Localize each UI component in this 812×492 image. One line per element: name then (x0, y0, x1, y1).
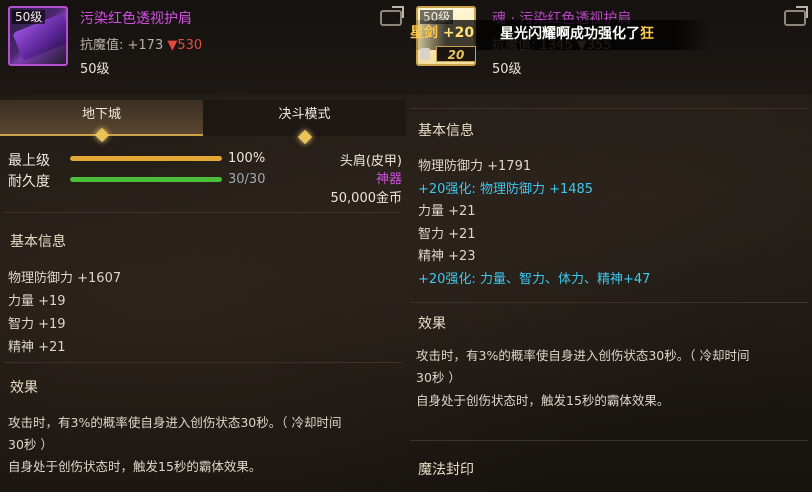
share-icon[interactable] (380, 10, 402, 26)
top-grade-value: 100% (228, 151, 266, 166)
effect-line: 30秒 ） (416, 370, 461, 385)
divider (4, 362, 402, 363)
item-level-badge: 50级 (12, 10, 46, 24)
divider (410, 302, 808, 303)
mode-tabs: 地下城 决斗模式 (0, 100, 406, 145)
tab-indicator-icon (94, 127, 109, 143)
enhance-level-badge: 20 (436, 46, 476, 62)
magic-seal-title: 魔法封印 (418, 462, 474, 478)
right-item-tooltip: 50级 魂 · 污染红色透视护肩 抗魔值: 1345 ▼355 50级 星剑 +… (406, 0, 812, 492)
item-name: 污染红色透视护肩 (80, 11, 192, 27)
effect-title: 效果 (418, 316, 446, 332)
basic-info-line: 智力 +19 (8, 317, 66, 332)
basic-info-line: 物理防御力 +1607 (8, 271, 122, 286)
share-icon[interactable] (784, 10, 806, 26)
lock-icon (420, 48, 430, 60)
basic-info-title: 基本信息 (418, 123, 474, 139)
basic-info-line: 精神 +23 (418, 249, 476, 264)
basic-info-title: 基本信息 (10, 234, 66, 250)
basic-info-line: 力量 +21 (418, 204, 476, 219)
durability-bar (70, 177, 222, 182)
left-item-tooltip: 50级 污染红色透视护肩 抗魔值: +173 ▼530 50级 地下城 决斗模式… (0, 0, 406, 492)
item-level: 50级 (492, 62, 522, 77)
divider (410, 440, 808, 441)
basic-info-line: 智力 +21 (418, 226, 476, 242)
tab-dungeon[interactable]: 地下城 (0, 100, 203, 143)
equip-slot: 头肩(皮甲) (339, 154, 402, 169)
effect-line: 自身处于创伤状态时，触发15秒的霸体效果。 (416, 393, 670, 408)
magic-resist-diff: ▼530 (167, 38, 203, 53)
tab-duel[interactable]: 决斗模式 (203, 100, 406, 145)
stat-label-top-grade: 最上级 (8, 153, 50, 169)
item-price: 50,000金币 (330, 191, 403, 206)
effect-line: 自身处于创伤状态时，触发15秒的霸体效果。 (8, 459, 262, 474)
basic-info-line: 物理防御力 +1791 (418, 159, 532, 174)
item-level: 50级 (80, 62, 110, 77)
divider (4, 212, 402, 213)
announcement-text: 星光闪耀啊成功强化了 (500, 26, 640, 42)
durability-bar-fill (70, 177, 222, 182)
effect-title: 效果 (10, 380, 38, 396)
tab-dungeon-label: 地下城 (81, 107, 121, 122)
announcement-highlight: 狂 (640, 26, 654, 42)
effect-line: 攻击时，有3%的概率使自身进入创伤状态30秒。（ 冷却时间 (8, 415, 342, 430)
tab-indicator-icon (297, 129, 312, 145)
top-grade-bar-fill (70, 156, 222, 161)
divider (410, 108, 808, 109)
effect-line: 攻击时，有3%的概率使自身进入创伤状态30秒。（ 冷却时间 (416, 348, 750, 363)
item-grade: 神器 (375, 172, 402, 187)
shoulder-armor-icon[interactable]: 50级 (8, 6, 68, 66)
magic-resist: 抗魔值: +173 ▼530 (80, 34, 202, 53)
announcement-tag: 星剑 +20 (410, 22, 474, 42)
announcement-tag-name: 星剑 (410, 25, 438, 41)
right-item-header: 50级 魂 · 污染红色透视护肩 抗魔值: 1345 ▼355 50级 星剑 +… (406, 0, 812, 95)
magic-resist-value: 抗魔值: +173 (80, 38, 168, 53)
basic-info-line: 精神 +21 (8, 340, 66, 355)
stat-label-durability: 耐久度 (8, 174, 50, 190)
enhance-bonus-line: +20强化: 力量、智力、体力、精神+47 (418, 271, 651, 287)
left-item-header: 50级 污染红色透视护肩 抗魔值: +173 ▼530 50级 (0, 0, 406, 95)
announcement-message: 星光闪耀啊成功强化了狂 (500, 23, 654, 43)
durability-value: 30/30 (228, 172, 266, 187)
enhance-bonus-line: +20强化: 物理防御力 +1485 (418, 181, 594, 197)
basic-info-line: 力量 +19 (8, 294, 66, 309)
top-grade-bar (70, 156, 222, 161)
tab-duel-label: 决斗模式 (278, 107, 331, 122)
effect-line: 30秒 ） (8, 437, 53, 452)
announcement-tag-plus: +20 (442, 25, 475, 41)
